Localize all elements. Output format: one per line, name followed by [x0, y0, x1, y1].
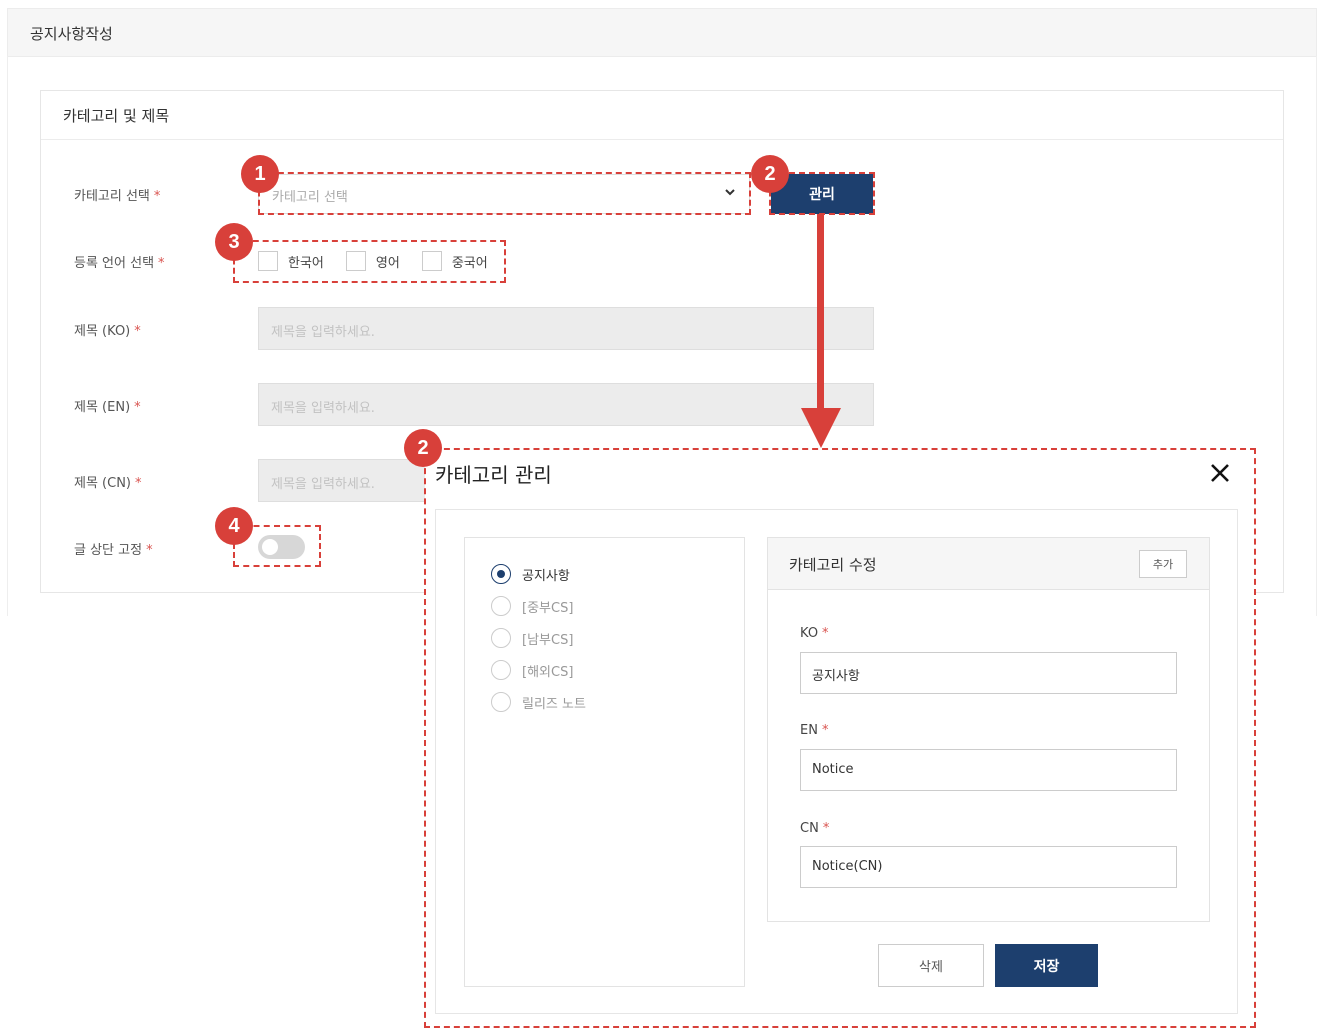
annotation-badge-2: 2	[751, 155, 789, 193]
required-mark: *	[158, 256, 165, 271]
annotation-badge-3: 3	[215, 223, 253, 261]
card-header: 카테고리 및 제목	[41, 91, 1283, 140]
annotation-box-1	[258, 172, 751, 215]
card-title: 카테고리 및 제목	[63, 107, 170, 125]
annotation-badge-modal: 2	[404, 429, 442, 467]
required-mark: *	[146, 543, 153, 558]
title-ko-placeholder: 제목을 입력하세요.	[271, 325, 375, 340]
title-en-label-text: 제목 (EN)	[74, 400, 131, 415]
category-label: 카테고리 선택 *	[74, 185, 160, 204]
annotation-arrow-head	[801, 408, 841, 448]
required-mark: *	[135, 476, 142, 491]
category-label-text: 카테고리 선택	[74, 189, 150, 204]
annotation-badge-1: 1	[241, 155, 279, 193]
title-en-input[interactable]: 제목을 입력하세요.	[258, 383, 874, 426]
required-mark: *	[134, 324, 141, 339]
title-en-placeholder: 제목을 입력하세요.	[271, 401, 375, 416]
required-mark: *	[134, 400, 141, 415]
title-cn-label-text: 제목 (CN)	[74, 476, 131, 491]
annotation-badge-4: 4	[215, 507, 253, 545]
title-en-label: 제목 (EN) *	[74, 396, 141, 415]
title-ko-input[interactable]: 제목을 입력하세요.	[258, 307, 874, 350]
page-header: 공지사항작성	[7, 8, 1317, 57]
pin-top-label: 글 상단 고정 *	[74, 539, 153, 558]
language-label: 등록 언어 선택 *	[74, 252, 165, 271]
annotation-box-modal	[424, 448, 1256, 1028]
title-cn-placeholder: 제목을 입력하세요.	[271, 477, 375, 492]
page-title: 공지사항작성	[30, 25, 113, 43]
required-mark: *	[153, 189, 161, 204]
annotation-arrow-line	[817, 214, 824, 414]
annotation-box-3	[233, 240, 506, 283]
title-cn-label: 제목 (CN) *	[74, 472, 142, 491]
language-label-text: 등록 언어 선택	[74, 256, 155, 271]
title-ko-label-text: 제목 (KO)	[74, 324, 131, 339]
title-ko-label: 제목 (KO) *	[74, 320, 141, 339]
pin-top-label-text: 글 상단 고정	[74, 543, 143, 558]
